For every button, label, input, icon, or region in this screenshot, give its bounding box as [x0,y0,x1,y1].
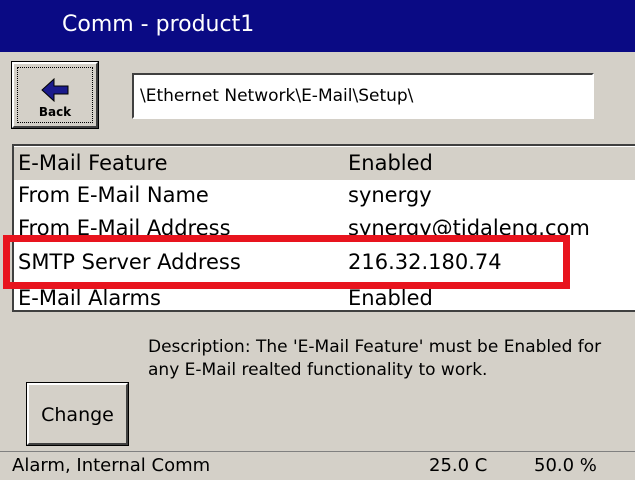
highlight-box [3,235,570,289]
settings-row-from-email-name[interactable]: From E-Mail Name synergy [14,179,635,212]
setting-value: Enabled [348,151,433,175]
description-text: Description: The 'E-Mail Feature' must b… [148,337,602,380]
settings-row-email-feature[interactable]: E-Mail Feature Enabled [14,147,635,180]
window-title: Comm - product1 [62,12,255,37]
setting-name: E-Mail Feature [18,151,168,175]
status-humidity: 50.0 % [534,455,597,476]
status-divider [0,451,635,452]
setting-name: From E-Mail Name [18,183,209,207]
arrow-left-icon [41,78,69,102]
back-button-label: Back [38,105,72,119]
status-alarm: Alarm, Internal Comm [12,455,211,476]
setting-value: synergy [348,183,432,207]
back-button[interactable]: Back [12,62,98,128]
status-temperature: 25.0 C [429,455,488,476]
window-titlebar: Comm - product1 [0,0,635,52]
back-button-focus: Back [17,67,93,123]
path-text: \Ethernet Network\E-Mail\Setup\ [140,86,414,106]
path-field[interactable]: \Ethernet Network\E-Mail\Setup\ [132,73,594,119]
change-button[interactable]: Change [27,383,128,445]
